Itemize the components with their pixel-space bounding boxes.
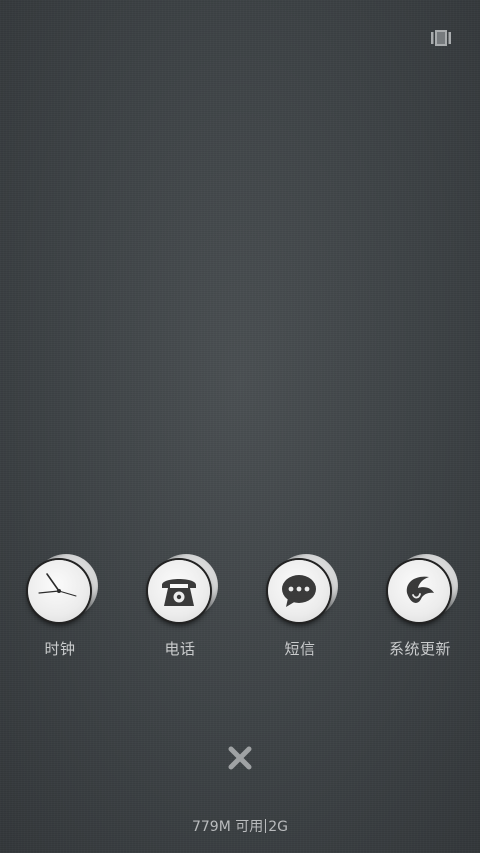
app-label: 电话 [164,640,196,658]
memory-status: 779M 可用 2G [0,816,480,836]
memory-available: 779M 可用 [191,819,264,835]
status-divider [265,819,267,833]
clear-all-button[interactable] [430,28,452,48]
recent-app-clock[interactable]: 时钟 [12,554,108,659]
app-disc [268,554,338,624]
app-label: 时钟 [44,640,76,658]
recent-apps-dock: 时钟 电话 短信 系统更新 [0,554,480,660]
telephone-icon [162,579,196,606]
chat-bubble-icon [282,575,316,607]
leaf-update-icon [406,576,434,603]
app-disc [388,554,458,624]
app-label: 系统更新 [388,640,451,658]
network-type: 2G [268,819,289,835]
recent-app-phone[interactable]: 电话 [132,554,228,659]
clock-icon [38,573,77,597]
close-icon [228,746,252,770]
close-recents-button[interactable] [226,744,254,772]
recent-app-messages[interactable]: 短信 [252,554,348,659]
app-disc [28,554,98,624]
recent-app-system-update[interactable]: 系统更新 [372,554,468,659]
background-texture [0,0,480,853]
app-disc [148,554,218,624]
card-stack-icon [431,30,451,46]
app-label: 短信 [284,640,316,658]
